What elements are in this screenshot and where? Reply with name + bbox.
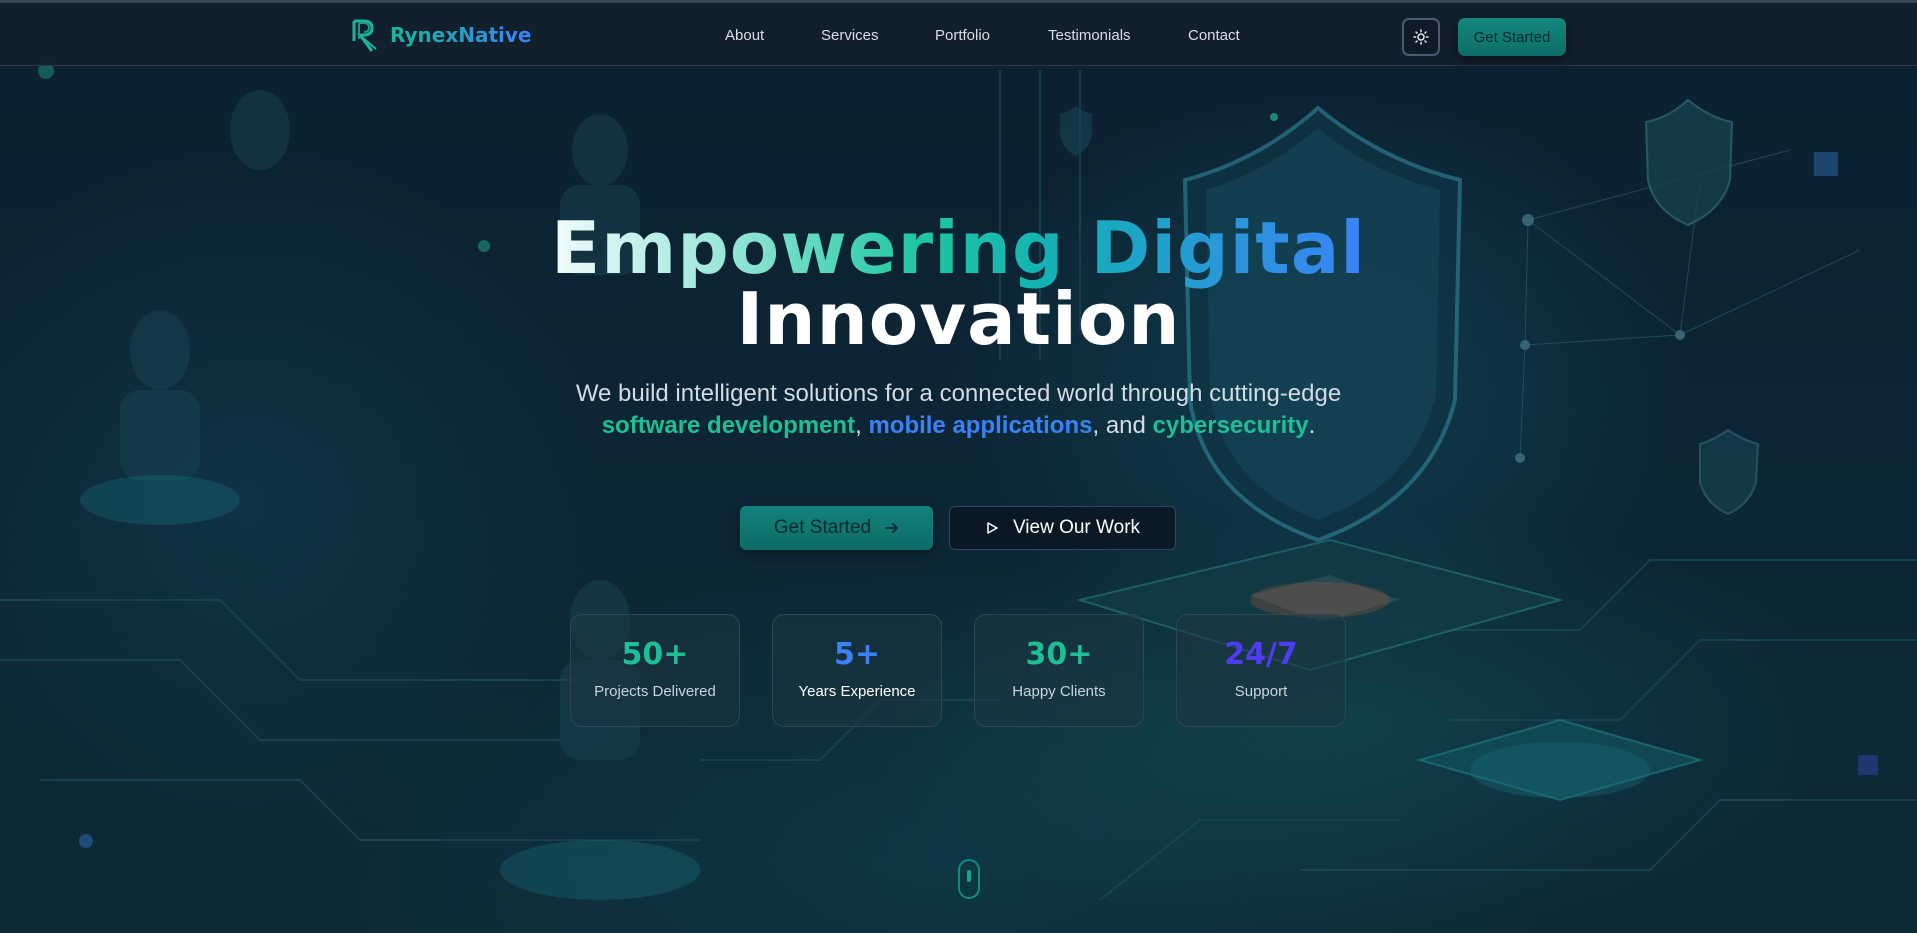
subtitle-text: We build intelligent solutions for a con… xyxy=(575,380,1342,407)
nav-link-contact[interactable]: Contact xyxy=(1188,27,1240,44)
circuit-background-graphic xyxy=(0,63,1917,901)
top-navigation-bar: RynexNative About Services Portfolio Tes… xyxy=(0,0,1917,66)
nav-link-services[interactable]: Services xyxy=(821,27,879,44)
nav-link-testimonials[interactable]: Testimonials xyxy=(1048,27,1131,44)
stat-card-experience: 5+ Years Experience xyxy=(772,614,942,727)
stat-card-clients: 30+ Happy Clients xyxy=(974,614,1144,727)
subtitle-end: . xyxy=(1308,412,1316,439)
highlight-software-development: software development xyxy=(601,412,856,439)
view-our-work-button[interactable]: View Our Work xyxy=(949,506,1176,550)
stat-value: 24/7 xyxy=(1224,637,1298,672)
brand-name: RynexNative xyxy=(390,23,532,47)
highlight-cybersecurity: cybersecurity xyxy=(1152,412,1309,439)
mouse-scroll-icon[interactable] xyxy=(958,859,980,899)
arrow-right-icon xyxy=(885,523,899,533)
stat-value: 50+ xyxy=(621,637,689,672)
hero-get-started-label: Get Started xyxy=(773,517,872,538)
theme-toggle-button[interactable] xyxy=(1402,18,1440,56)
stat-value: 5+ xyxy=(833,637,880,672)
nav-link-portfolio[interactable]: Portfolio xyxy=(935,27,990,44)
stat-label: Happy Clients xyxy=(1012,683,1106,700)
hero-background xyxy=(0,0,1917,933)
sun-icon xyxy=(1413,29,1429,45)
subtitle-separator-2: , and xyxy=(1092,412,1153,439)
stat-card-projects: 50+ Projects Delivered xyxy=(570,614,740,727)
subtitle-separator-1: , xyxy=(855,412,869,439)
r-logo-icon xyxy=(352,19,377,52)
brand-logo[interactable]: RynexNative xyxy=(350,17,532,53)
stat-label: Projects Delivered xyxy=(594,683,716,700)
hero-title-line1: Empowering Digital xyxy=(0,212,1917,284)
scroll-wheel-dot xyxy=(967,870,971,882)
hero-subtitle: We build intelligent solutions for a con… xyxy=(560,378,1357,442)
nav-link-about[interactable]: About xyxy=(725,27,764,44)
stat-label: Years Experience xyxy=(798,683,916,700)
play-icon xyxy=(987,522,998,534)
view-our-work-label: View Our Work xyxy=(1012,517,1141,538)
hero-title-line2: Innovation xyxy=(736,277,1181,361)
stat-value: 30+ xyxy=(1025,637,1093,672)
hero-get-started-button[interactable]: Get Started xyxy=(740,506,933,550)
highlight-mobile-applications: mobile applications xyxy=(868,412,1093,439)
stat-card-support: 24/7 Support xyxy=(1176,614,1346,727)
nav-get-started-button[interactable]: Get Started xyxy=(1458,18,1566,56)
stat-label: Support xyxy=(1234,683,1288,700)
